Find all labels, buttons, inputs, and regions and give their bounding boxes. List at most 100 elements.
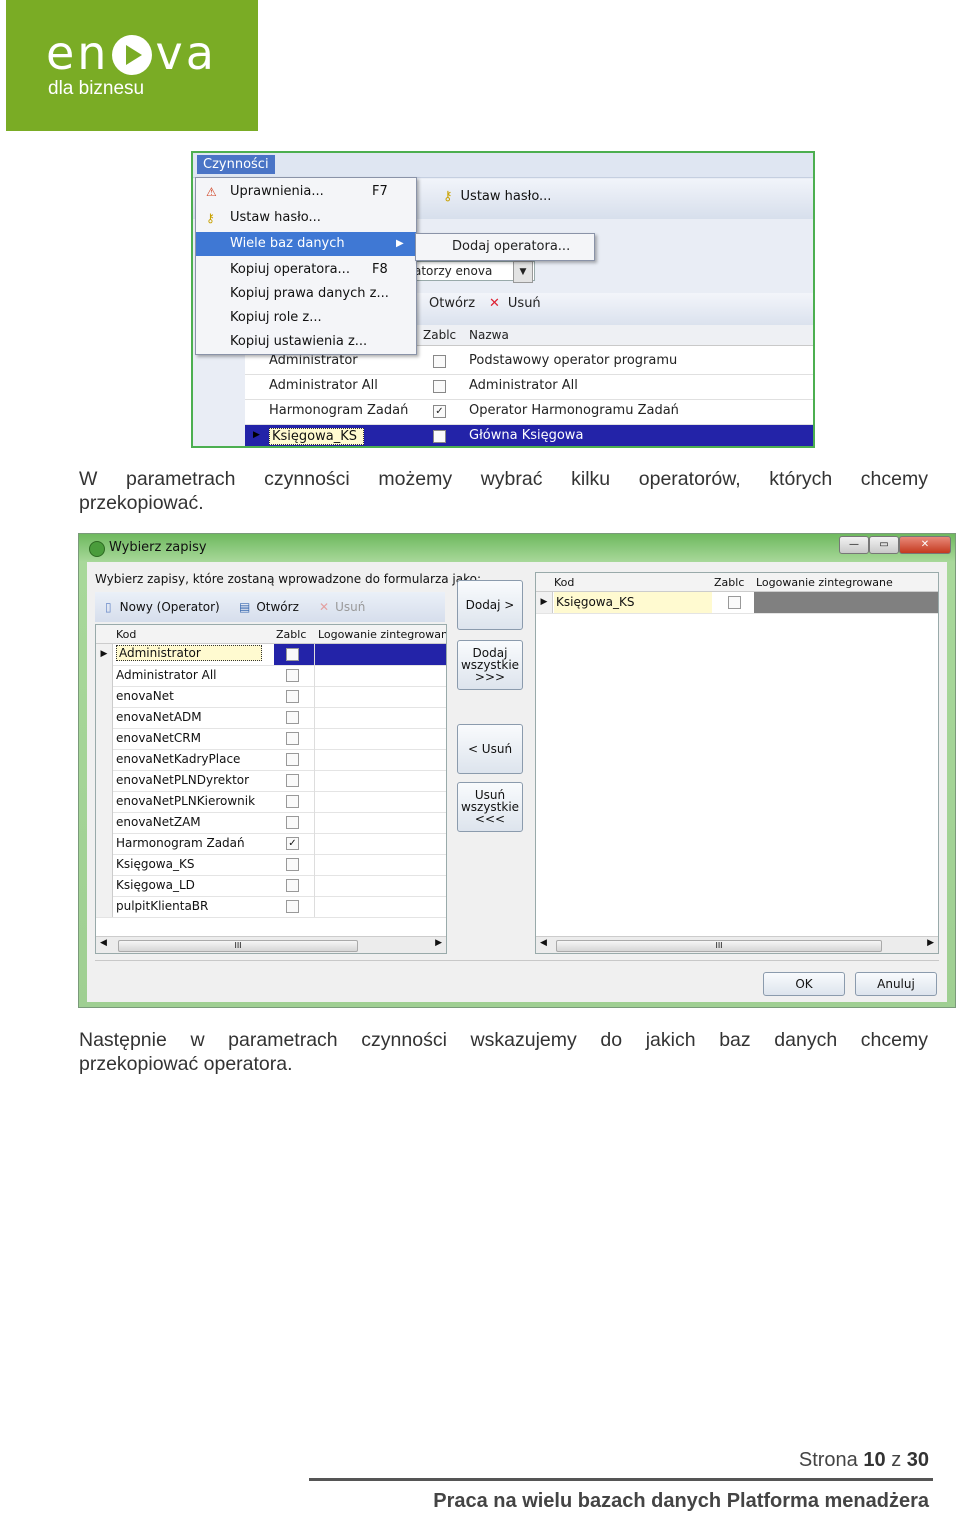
row-header <box>96 707 113 728</box>
menu-item-kopiuj-prawa[interactable]: Kopiuj prawa danych z... <box>196 282 416 306</box>
chevron-right-icon: ▶ <box>396 238 404 249</box>
delete-label: Usuń <box>507 296 541 311</box>
horizontal-scrollbar[interactable]: ◀ III ▶ <box>96 936 446 953</box>
delete-button[interactable]: ✕ Usuń <box>489 296 541 311</box>
blocked-checkbox[interactable] <box>286 795 299 808</box>
menu-item-shortcut: F8 <box>372 262 388 277</box>
blocked-checkbox[interactable] <box>433 355 446 368</box>
row-name: Główna Księgowa <box>469 428 584 443</box>
add-button[interactable]: Dodaj > <box>457 580 523 630</box>
column-divider <box>314 791 315 812</box>
menu-item-wiele-baz[interactable]: Wiele baz danych ▶ <box>196 232 416 256</box>
blocked-checkbox[interactable]: ✓ <box>286 837 299 850</box>
column-divider <box>314 854 315 875</box>
app-icon <box>89 541 105 557</box>
blocked-checkbox[interactable] <box>286 816 299 829</box>
open-button[interactable]: Otwórz <box>429 296 475 311</box>
table-row[interactable]: enovaNetCRM <box>96 728 446 750</box>
chevron-down-icon[interactable]: ▼ <box>513 261 533 283</box>
table-row[interactable]: Księgowa_KS <box>96 854 446 876</box>
dialog-prompt: Wybierz zapisy, które zostaną wprowadzon… <box>95 572 482 586</box>
row-header <box>96 896 113 917</box>
row-header <box>96 665 113 686</box>
table-row[interactable]: Administrator All Administrator All <box>245 375 813 400</box>
remove-button[interactable]: < Usuń <box>457 724 523 774</box>
blocked-checkbox[interactable] <box>286 879 299 892</box>
footer-rule <box>309 1478 933 1481</box>
new-operator-button[interactable]: ▯ Nowy (Operator) <box>105 600 220 614</box>
scroll-left-icon[interactable]: ◀ <box>540 938 547 948</box>
blocked-checkbox[interactable] <box>286 774 299 787</box>
delete-button[interactable]: ✕ Usuń <box>319 600 365 614</box>
remove-all-button[interactable]: Usuń wszystkie <<< <box>457 782 523 832</box>
menu-bar: Czynności <box>193 153 813 178</box>
blocked-checkbox[interactable] <box>286 732 299 745</box>
blocked-checkbox[interactable] <box>286 753 299 766</box>
row-code: Księgowa_KS <box>554 592 712 613</box>
table-row[interactable]: ▶ Księgowa_KS Główna Księgowa <box>245 425 813 446</box>
menu-item-kopiuj-role[interactable]: Kopiuj role z... <box>196 306 416 330</box>
menu-item-label: Kopiuj prawa danych z... <box>230 286 389 301</box>
table-row[interactable]: Administrator All <box>96 665 446 687</box>
menu-item-ustaw-haslo[interactable]: ⚷ Ustaw hasło... <box>196 206 416 230</box>
maximize-icon[interactable]: ▭ <box>869 536 899 554</box>
blocked-checkbox[interactable] <box>433 380 446 393</box>
scroll-thumb[interactable]: III <box>118 940 358 952</box>
minimize-icon[interactable]: — <box>839 536 869 554</box>
table-row[interactable]: enovaNetKadryPlace <box>96 749 446 771</box>
set-password-button[interactable]: ⚷ Ustaw hasło... <box>443 189 551 204</box>
open-icon: ▤ <box>239 600 251 614</box>
table-row[interactable]: enovaNetPLNKierownik <box>96 791 446 813</box>
table-row[interactable]: enovaNetZAM <box>96 812 446 834</box>
table-row[interactable]: Harmonogram Zadań ✓ <box>96 833 446 855</box>
table-row[interactable]: enovaNetPLNDyrektor <box>96 770 446 792</box>
column-divider <box>314 665 315 686</box>
row-pointer-icon: ▶ <box>253 430 260 440</box>
cancel-button[interactable]: Anuluj <box>855 972 937 996</box>
blocked-checkbox[interactable] <box>286 858 299 871</box>
menu-item-uprawnienia[interactable]: ⚠ Uprawnienia... F7 <box>196 180 416 204</box>
row-code: Administrator <box>269 353 358 368</box>
scroll-right-icon[interactable]: ▶ <box>927 938 934 948</box>
table-row[interactable]: enovaNetADM <box>96 707 446 729</box>
table-row[interactable]: Księgowa_LD <box>96 875 446 897</box>
scroll-right-icon[interactable]: ▶ <box>435 938 442 948</box>
operators-screenshot: Czynności ⚷ Ustaw hasło... atorzy enova ▼… <box>191 151 815 448</box>
horizontal-scrollbar[interactable]: ◀ III ▶ <box>536 936 938 953</box>
table-row[interactable]: enovaNet <box>96 686 446 708</box>
close-icon[interactable]: ✕ <box>899 536 951 554</box>
blocked-checkbox[interactable] <box>286 711 299 724</box>
blocked-checkbox[interactable]: ✓ <box>433 405 446 418</box>
page-current: 10 <box>863 1449 886 1471</box>
add-all-button[interactable]: Dodaj wszystkie >>> <box>457 640 523 690</box>
table-row[interactable]: ▶ Administrator <box>96 644 446 666</box>
table-row[interactable]: Harmonogram Zadań ✓ Operator Harmonogram… <box>245 400 813 425</box>
menu-item-kopiuj-ustawienia[interactable]: Kopiuj ustawienia z... <box>196 330 416 354</box>
blocked-checkbox[interactable] <box>286 648 299 661</box>
menu-tab-czynnosci[interactable]: Czynności <box>197 155 275 174</box>
blocked-checkbox[interactable] <box>286 900 299 913</box>
blocked-checkbox[interactable] <box>728 596 741 609</box>
table-row[interactable]: pulpitKlientaBR <box>96 896 446 918</box>
row-header <box>96 854 113 875</box>
menu-item-kopiuj-operatora[interactable]: Kopiuj operatora... F8 <box>196 258 416 282</box>
blocked-checkbox[interactable] <box>286 669 299 682</box>
scroll-thumb[interactable]: III <box>556 940 882 952</box>
row-pointer-icon: ▶ <box>536 592 553 613</box>
row-code: enovaNet <box>116 689 174 703</box>
header-name: Nazwa <box>469 328 509 342</box>
close-icon: ✕ <box>489 296 500 311</box>
row-code: Harmonogram Zadań <box>116 836 245 850</box>
open-button[interactable]: ▤ Otwórz <box>239 600 299 614</box>
submenu-dodaj-operatora[interactable]: Dodaj operatora... <box>415 233 595 261</box>
delete-label: Usuń <box>335 600 366 614</box>
blocked-checkbox[interactable] <box>286 690 299 703</box>
table-row[interactable]: ▶ Księgowa_KS <box>536 592 938 614</box>
blocked-checkbox[interactable] <box>433 430 446 443</box>
header-code: Kod <box>116 628 137 641</box>
row-header <box>96 875 113 896</box>
scroll-left-icon[interactable]: ◀ <box>100 938 107 948</box>
ok-button[interactable]: OK <box>763 972 845 996</box>
set-password-label: Ustaw hasło... <box>460 189 552 204</box>
footer-divider <box>95 960 939 961</box>
